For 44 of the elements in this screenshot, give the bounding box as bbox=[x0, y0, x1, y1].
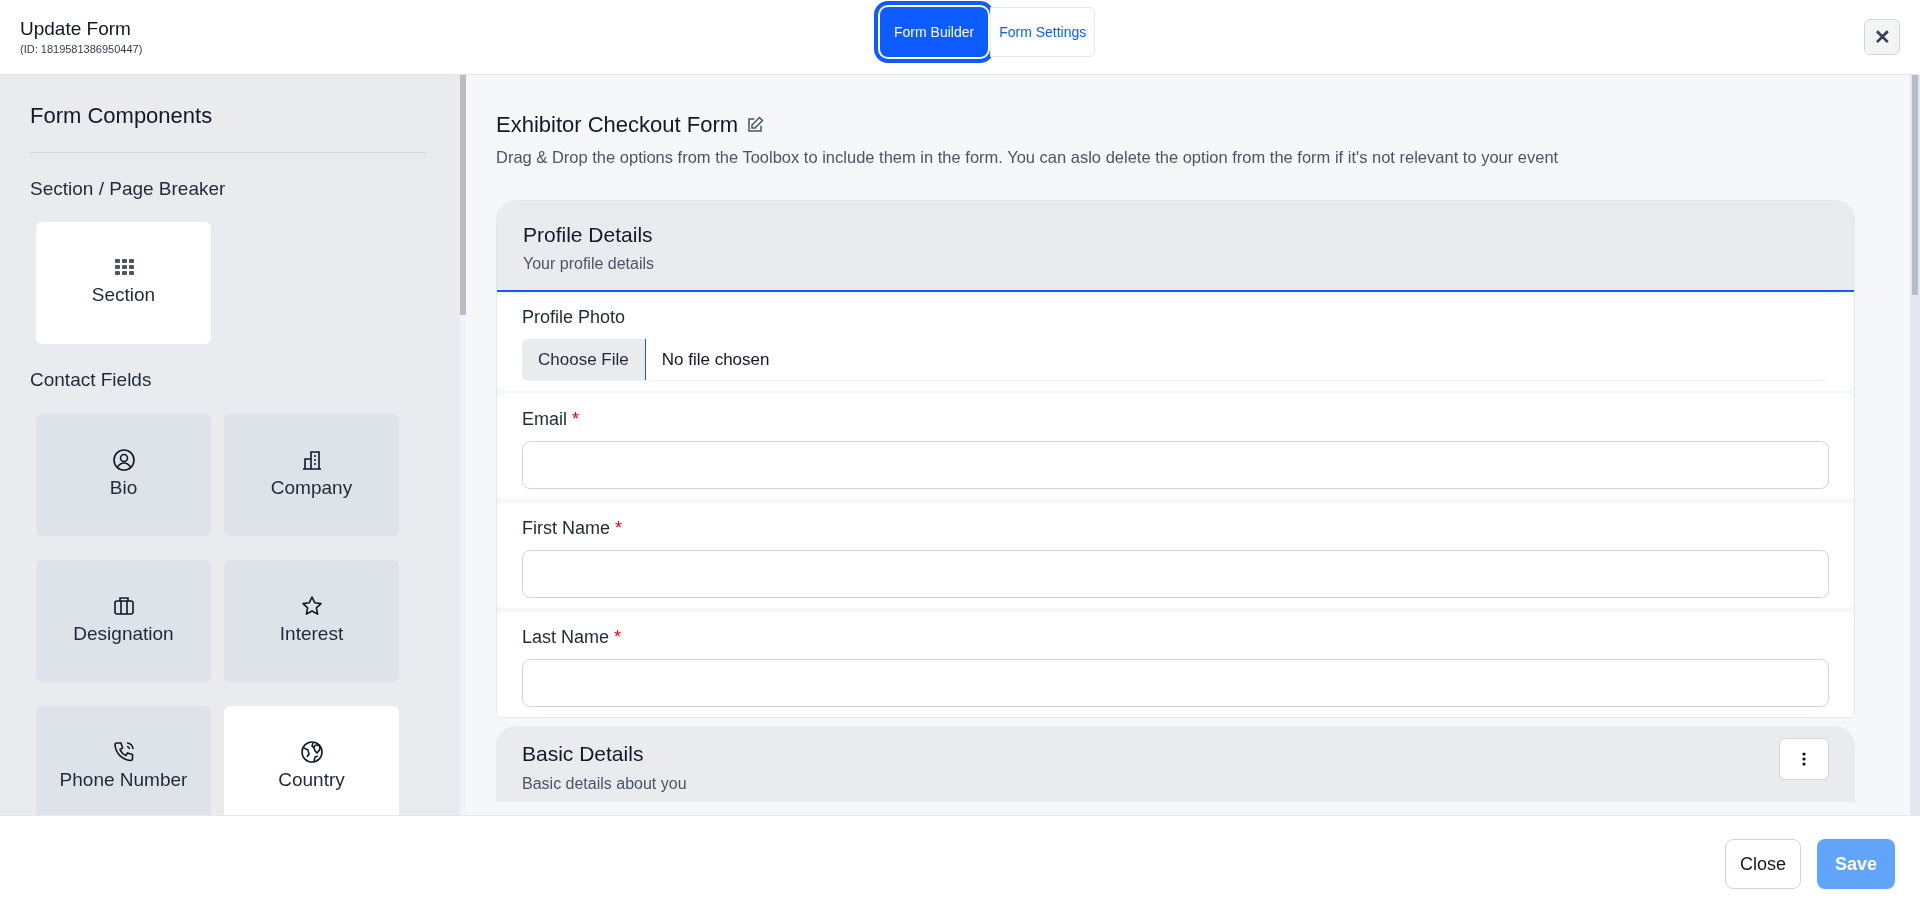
component-card[interactable]: Section bbox=[36, 221, 211, 344]
section-subtitle: Your profile details bbox=[523, 254, 656, 275]
file-status: No file chosen bbox=[660, 349, 770, 371]
section-subtitle: Basic details about you bbox=[522, 773, 688, 794]
required-mark: * bbox=[614, 626, 622, 650]
globe-icon bbox=[299, 739, 324, 764]
field-label: First Name bbox=[522, 517, 610, 541]
section-header[interactable]: Profile Details Your profile details bbox=[497, 200, 1854, 293]
user-icon bbox=[111, 447, 136, 472]
form-name: Exhibitor Checkout Form bbox=[496, 111, 739, 139]
tab[interactable]: Form Settings bbox=[990, 7, 1096, 57]
close-icon[interactable]: ✕ bbox=[1864, 19, 1900, 55]
input-field[interactable] bbox=[522, 550, 1829, 599]
field-label: Profile Photo bbox=[522, 306, 626, 330]
component-card[interactable]: Country bbox=[224, 706, 399, 815]
component-card[interactable]: Interest bbox=[224, 560, 399, 682]
required-mark: * bbox=[572, 408, 580, 432]
input-field[interactable] bbox=[522, 441, 1829, 490]
panel-title: Form Components bbox=[30, 99, 426, 153]
more-icon bbox=[1802, 752, 1806, 767]
group-label: Section / Page Breaker bbox=[30, 177, 227, 201]
component-card[interactable]: Phone Number bbox=[36, 706, 211, 815]
scrollbar[interactable] bbox=[1910, 75, 1920, 815]
star-icon bbox=[299, 593, 324, 618]
group-label: Contact Fields bbox=[30, 367, 153, 392]
input-field[interactable] bbox=[522, 659, 1829, 708]
section-header[interactable]: Basic Details Basic details about you bbox=[496, 726, 1855, 802]
component-card[interactable]: Company bbox=[224, 414, 399, 536]
phone-icon bbox=[111, 739, 136, 764]
required-mark: * bbox=[615, 517, 623, 541]
more-button[interactable] bbox=[1779, 738, 1829, 781]
section-title: Profile Details bbox=[523, 221, 654, 248]
scrollbar[interactable] bbox=[460, 75, 466, 815]
form-id: (ID: 1819581386950447) bbox=[20, 41, 143, 57]
component-card[interactable]: Bio bbox=[36, 414, 211, 536]
form-title: Update Form bbox=[20, 16, 132, 41]
choose-file-button[interactable]: Choose File bbox=[522, 339, 646, 381]
edit-icon[interactable] bbox=[746, 115, 765, 134]
component-card[interactable]: Designation bbox=[36, 560, 211, 682]
form-description: Drag & Drop the options from the Toolbox to include them in the form. You can aslo delete the option from the form if it's not relevant to your event bbox=[496, 147, 1560, 168]
field-label: Email bbox=[522, 408, 567, 432]
section-title: Basic Details bbox=[522, 741, 645, 768]
field-label: Last Name bbox=[522, 626, 610, 650]
close-button[interactable]: Close bbox=[1724, 839, 1801, 889]
